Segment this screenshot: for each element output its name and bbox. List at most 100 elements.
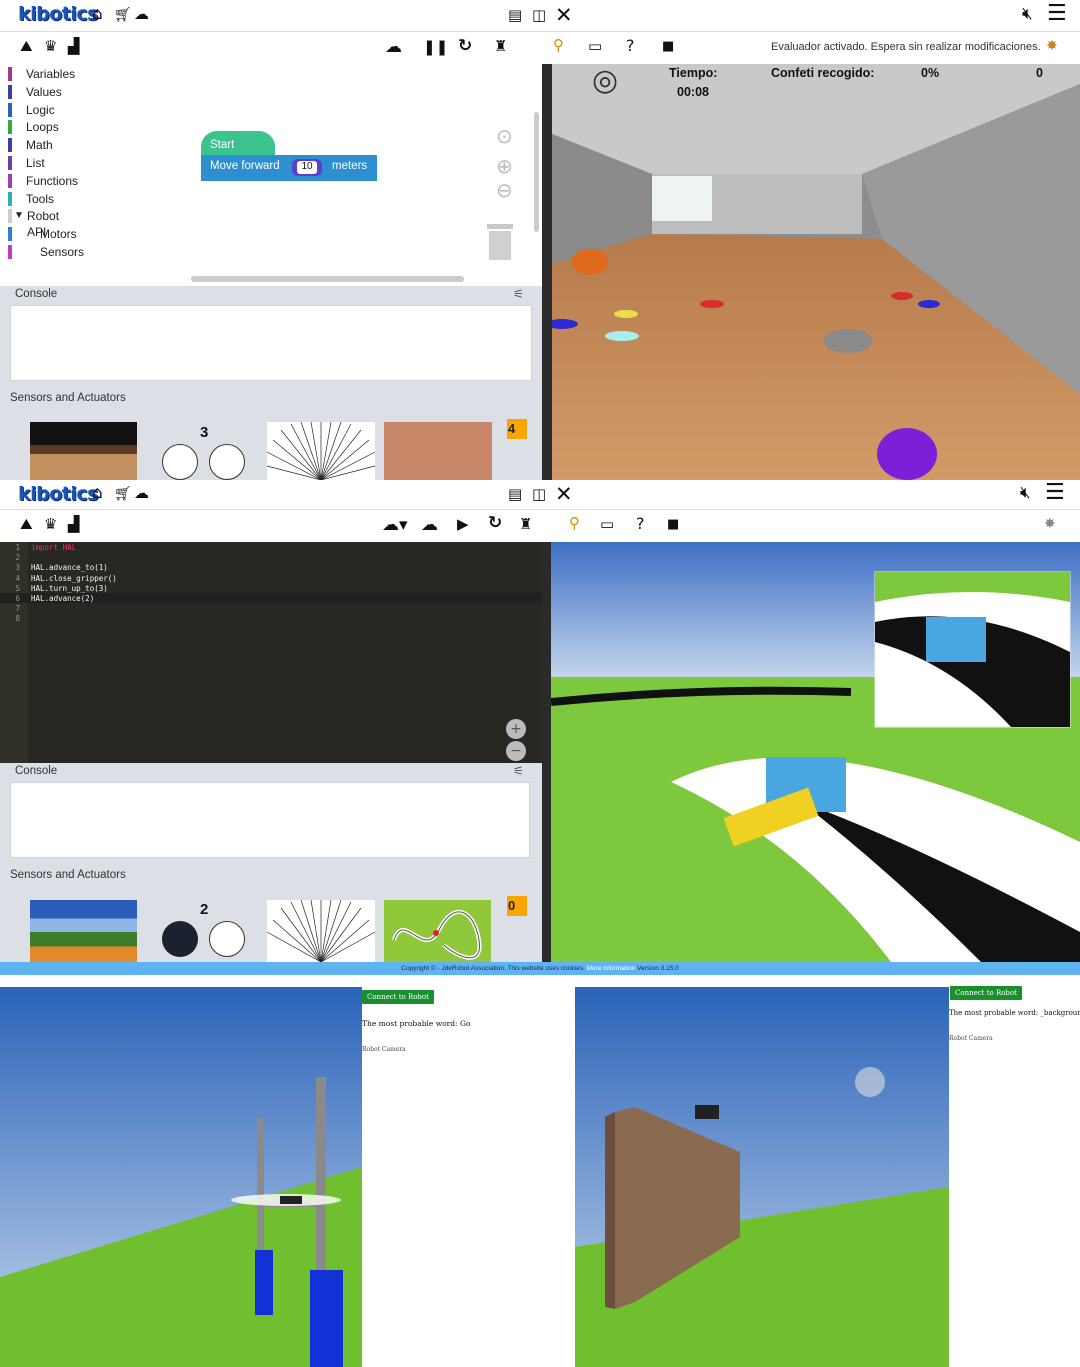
confetti-icon: ✸	[1044, 516, 1056, 532]
book-icon[interactable]: ▤	[508, 487, 522, 502]
cart-icon[interactable]: 🛒︎	[114, 8, 132, 22]
vertical-scrollbar[interactable]	[534, 112, 539, 232]
more-info-link[interactable]: More information	[587, 965, 636, 972]
trash-icon[interactable]	[487, 224, 513, 260]
code-line[interactable]: 1 import HAL	[0, 543, 540, 553]
drone-simulation-right[interactable]	[575, 987, 949, 1367]
clear-console-icon[interactable]: ⚟	[513, 288, 524, 300]
split-view-icon[interactable]: ◫	[532, 8, 546, 23]
chat-icon[interactable]: ☁	[134, 7, 149, 22]
category-sensors[interactable]: Sensors	[40, 244, 84, 260]
site-footer: Copyright © - JdeRobot Association. This…	[0, 962, 1080, 975]
console-output[interactable]	[10, 305, 532, 381]
camera-icon[interactable]: ■	[667, 518, 679, 531]
score-badge: 4	[507, 419, 527, 439]
category-robot-api[interactable]: Robot API	[27, 208, 59, 239]
recenter-icon[interactable]: ⊙	[496, 126, 513, 146]
play-icon[interactable]: ▶	[457, 517, 469, 532]
category-math[interactable]: Math	[26, 137, 53, 153]
robot-icon[interactable]: ♜	[494, 39, 507, 54]
zoom-in-icon[interactable]: +	[506, 719, 526, 739]
podium-icon[interactable]: ▟	[68, 39, 80, 54]
line-text: HAL.turn_up_to(3)	[31, 583, 108, 593]
close-icon[interactable]: ✕	[555, 484, 573, 505]
category-functions[interactable]: Functions	[26, 173, 78, 189]
move-value-field[interactable]: 10	[292, 159, 322, 176]
search-icon[interactable]: ⚲	[553, 38, 564, 53]
laser-view	[267, 422, 375, 480]
cart-icon[interactable]: 🛒︎	[114, 487, 132, 501]
category-values[interactable]: Values	[26, 84, 62, 100]
search-icon[interactable]: ⚲	[569, 516, 580, 531]
zoom-out-icon[interactable]: ⊖	[496, 180, 513, 200]
console-output[interactable]	[10, 782, 530, 858]
upload-cloud-icon[interactable]: ☁	[385, 39, 402, 56]
pause-icon[interactable]: ❚❚	[423, 40, 448, 55]
close-icon[interactable]: ✕	[555, 5, 573, 26]
category-color-bar	[8, 102, 12, 117]
line-text: import HAL	[31, 543, 77, 552]
category-color-bar	[8, 227, 12, 242]
category-logic[interactable]: Logic	[26, 102, 55, 118]
menu-icon[interactable]: ☰	[1047, 3, 1067, 25]
category-variables[interactable]: Variables	[26, 66, 75, 82]
connect-to-robot-button[interactable]: Connect to Robot	[362, 990, 434, 1004]
mute-icon[interactable]: 🔇︎	[1020, 485, 1031, 502]
book-icon[interactable]: ▤	[508, 8, 522, 23]
category-list[interactable]: List	[26, 155, 45, 171]
trophy-icon[interactable]: ♛	[44, 517, 57, 532]
time-value: 00:08	[677, 85, 709, 99]
blockly-workspace[interactable]: Variables Values Logic Loops Math List Functio…	[0, 64, 542, 286]
code-line[interactable]: 7	[0, 604, 540, 614]
simulation-3d-view[interactable]: ◎ Tiempo: 00:08 Confeti recogido: 0% 0	[552, 64, 1080, 480]
menu-icon[interactable]: ☰	[1045, 482, 1065, 504]
drone-simulation-left[interactable]	[0, 987, 362, 1367]
connect-to-robot-button[interactable]: Connect to Robot	[950, 986, 1022, 1000]
clear-console-icon[interactable]: ⚟	[513, 765, 524, 777]
simulation-3d-view[interactable]	[551, 542, 1080, 962]
code-line[interactable]: 8	[0, 614, 540, 624]
top-toolbar: ⛰ ♛ ▟ ☁ ❚❚ ↻ ♜ ⚲ ▭ ? ■ Evaluador activad…	[0, 33, 1080, 65]
panel-divider[interactable]	[542, 542, 551, 962]
kibotics-logo[interactable]: kibotics	[18, 483, 98, 505]
prediction-text: The most probable word: Go	[362, 1019, 471, 1028]
reset-icon[interactable]: ↻	[458, 38, 472, 55]
start-block[interactable]: Start	[201, 131, 275, 157]
code-line[interactable]: 6 HAL.advance(2)	[0, 594, 540, 604]
camera-toggle-icon[interactable]: ◎	[592, 66, 618, 96]
category-tools[interactable]: Tools	[26, 191, 54, 207]
code-line[interactable]: 5 HAL.turn_up_to(3)	[0, 584, 540, 594]
zoom-out-icon[interactable]: −	[506, 741, 526, 761]
mute-icon[interactable]: 🔇︎	[1022, 6, 1033, 23]
help-icon[interactable]: ?	[636, 516, 645, 532]
code-line[interactable]: 2	[0, 553, 540, 563]
monitor-icon[interactable]: ▭	[600, 517, 614, 532]
landscape-icon[interactable]: ⛰	[20, 517, 33, 532]
kibotics-logo[interactable]: kibotics	[18, 3, 98, 25]
code-line[interactable]: 4 HAL.close_gripper()	[0, 574, 540, 584]
help-icon[interactable]: ?	[626, 38, 635, 54]
download-cloud-icon[interactable]: ☁▾	[382, 517, 408, 534]
horizontal-scrollbar[interactable]	[191, 276, 464, 282]
code-editor[interactable]: 1 import HAL 2 3 HAL.advance_to(1) 4 HAL.close…	[0, 542, 542, 763]
expand-triangle-icon[interactable]: ▼	[14, 208, 24, 224]
monitor-icon[interactable]: ▭	[588, 39, 602, 54]
code-line[interactable]: 3 HAL.advance_to(1)	[0, 563, 540, 573]
category-motors[interactable]: Motors	[40, 226, 77, 242]
reset-icon[interactable]: ↻	[488, 515, 502, 532]
landscape-icon[interactable]: ⛰	[20, 39, 33, 54]
chat-icon[interactable]: ☁	[134, 486, 149, 501]
upload-cloud-icon[interactable]: ☁	[421, 517, 438, 534]
category-loops[interactable]: Loops	[26, 119, 59, 135]
home-icon[interactable]: ⌂	[92, 485, 103, 502]
move-forward-block[interactable]: Move forward 10 meters	[201, 155, 377, 181]
home-icon[interactable]: ⌂	[92, 6, 103, 23]
split-view-icon[interactable]: ◫	[532, 487, 546, 502]
ultrasound-indicator-right	[209, 921, 245, 957]
robot-icon[interactable]: ♜	[519, 517, 532, 532]
podium-icon[interactable]: ▟	[68, 517, 80, 532]
panel-divider[interactable]	[542, 64, 552, 480]
trophy-icon[interactable]: ♛	[44, 39, 57, 54]
zoom-in-icon[interactable]: ⊕	[496, 156, 513, 176]
camera-icon[interactable]: ■	[662, 40, 674, 53]
